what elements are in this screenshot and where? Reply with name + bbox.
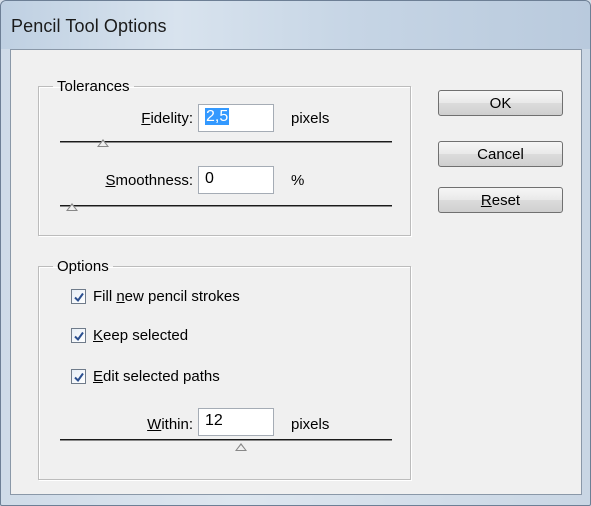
smoothness-label: Smoothness: bbox=[105, 172, 193, 189]
options-legend: Options bbox=[57, 258, 109, 275]
fidelity-unit: pixels bbox=[291, 110, 330, 127]
edit-selected-paths-label: Edit selected paths bbox=[93, 368, 220, 385]
title-bar[interactable]: Pencil Tool Options bbox=[1, 1, 590, 49]
fill-new-strokes-checkbox[interactable] bbox=[71, 289, 86, 304]
within-input[interactable]: 12 bbox=[198, 408, 274, 436]
tolerances-group: Tolerances bbox=[38, 78, 411, 236]
within-label: Within: bbox=[147, 416, 193, 433]
fidelity-input[interactable]: 2,5 bbox=[198, 104, 274, 132]
keep-selected-checkbox-row[interactable]: Keep selected bbox=[71, 327, 188, 344]
cancel-button[interactable]: Cancel bbox=[438, 141, 563, 167]
smoothness-unit: % bbox=[291, 172, 305, 189]
ok-button[interactable]: OK bbox=[438, 90, 563, 116]
checkmark-icon bbox=[73, 331, 84, 341]
smoothness-input[interactable]: 0 bbox=[198, 166, 274, 194]
edit-selected-paths-checkbox-row[interactable]: Edit selected paths bbox=[71, 368, 220, 385]
within-unit: pixels bbox=[291, 416, 330, 433]
fidelity-slider-track[interactable] bbox=[60, 141, 392, 143]
fidelity-label: Fidelity: bbox=[141, 110, 193, 127]
fill-new-strokes-label: Fill new pencil strokes bbox=[93, 288, 240, 305]
edit-selected-paths-checkbox[interactable] bbox=[71, 369, 86, 384]
checkmark-icon bbox=[73, 292, 84, 302]
dialog-body: Tolerances Fidelity: 2,5 pixels Smoothne… bbox=[10, 49, 582, 495]
keep-selected-checkbox[interactable] bbox=[71, 328, 86, 343]
tolerances-legend: Tolerances bbox=[57, 78, 130, 95]
smoothness-slider-thumb[interactable] bbox=[66, 203, 78, 211]
fill-new-strokes-checkbox-row[interactable]: Fill new pencil strokes bbox=[71, 288, 240, 305]
smoothness-slider-track[interactable] bbox=[60, 205, 392, 207]
checkmark-icon bbox=[73, 372, 84, 382]
fidelity-value: 2,5 bbox=[205, 108, 230, 125]
dialog-window: Pencil Tool Options Tolerances Fidelity:… bbox=[0, 0, 591, 506]
keep-selected-label: Keep selected bbox=[93, 327, 189, 344]
reset-button[interactable]: Reset bbox=[438, 187, 563, 213]
fidelity-slider-thumb[interactable] bbox=[96, 139, 109, 147]
window-title: Pencil Tool Options bbox=[11, 16, 167, 36]
within-slider-track[interactable] bbox=[60, 439, 392, 441]
within-slider-thumb[interactable] bbox=[235, 443, 248, 451]
